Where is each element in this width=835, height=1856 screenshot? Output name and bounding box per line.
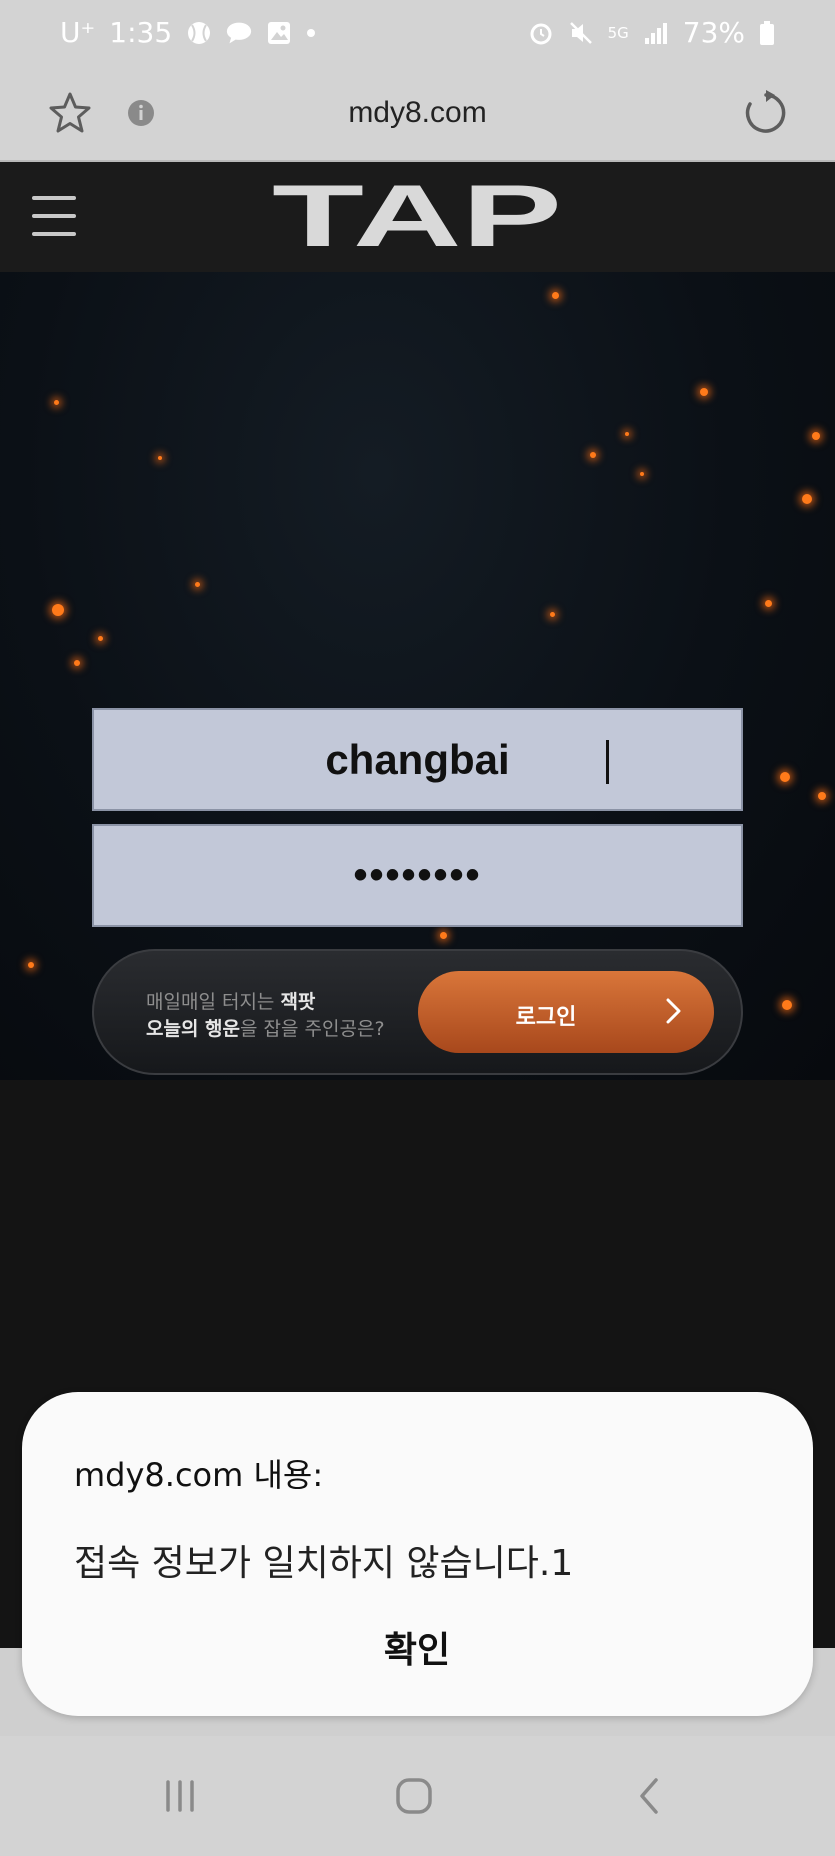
ember	[54, 400, 59, 405]
url-bar[interactable]: mdy8.com	[0, 96, 835, 130]
ember	[550, 612, 555, 617]
ember	[812, 432, 820, 440]
battery-icon	[760, 20, 774, 45]
login-button[interactable]: 로그인	[418, 971, 714, 1053]
mute-icon	[569, 21, 592, 44]
back-icon[interactable]	[620, 1766, 680, 1826]
ember	[52, 604, 64, 616]
reload-icon[interactable]	[739, 88, 789, 138]
password-field[interactable]	[92, 824, 743, 927]
text-caret	[606, 740, 609, 784]
ember	[700, 388, 708, 396]
ember	[780, 772, 790, 782]
svg-text:TAP: TAP	[272, 182, 562, 252]
ember	[765, 600, 772, 607]
username-input[interactable]	[94, 710, 741, 809]
login-panel: 매일매일 터지는 잭팟 오늘의 행운을 잡을 주인공은? 로그인	[92, 949, 743, 1075]
promo-line1-normal: 매일매일 터지는	[146, 991, 281, 1013]
tap-logo: TAP	[272, 182, 562, 252]
baseball-icon	[188, 21, 211, 44]
home-icon[interactable]	[384, 1766, 444, 1826]
browser-toolbar: mdy8.com	[0, 72, 835, 162]
site-header: TAP	[0, 162, 835, 272]
ember	[818, 792, 826, 800]
ember	[98, 636, 103, 641]
ember	[802, 494, 812, 504]
battery-percent: 73%	[682, 16, 745, 49]
alarm-icon	[530, 23, 552, 44]
promo-line2-normal: 을 잡을 주인공은?	[240, 1018, 385, 1040]
gallery-icon	[268, 21, 291, 44]
ok-button[interactable]: 확인	[312, 1612, 522, 1682]
ember	[782, 1000, 792, 1010]
alert-dialog: mdy8.com 내용: 접속 정보가 일치하지 않습니다.1 확인	[22, 1392, 813, 1716]
system-nav-bar	[0, 1736, 835, 1856]
username-field[interactable]	[92, 708, 743, 811]
notification-dot-icon	[307, 28, 316, 37]
ember	[158, 456, 162, 460]
ember	[590, 452, 596, 458]
hamburger-menu-icon[interactable]	[32, 196, 76, 236]
network-type: 5G	[607, 23, 629, 42]
promo-line1-bold: 잭팟	[280, 991, 316, 1013]
ember	[28, 962, 34, 968]
status-time: 1:35	[109, 16, 173, 49]
carrier-label: U⁺	[60, 16, 96, 49]
ember	[74, 660, 80, 666]
talk-icon	[227, 22, 252, 43]
login-button-label: 로그인	[515, 1005, 577, 1030]
status-bar: U⁺ 1:35 5G 73%	[0, 0, 835, 72]
ember	[640, 472, 644, 476]
ember	[195, 582, 200, 587]
signal-icon	[644, 22, 667, 44]
promo-text: 매일매일 터지는 잭팟 오늘의 행운을 잡을 주인공은?	[146, 989, 385, 1043]
dialog-message: 접속 정보가 일치하지 않습니다.1	[74, 1543, 574, 1584]
promo-line2-bold: 오늘의 행운	[146, 1018, 241, 1040]
recent-apps-icon[interactable]	[150, 1766, 210, 1826]
hero-section: 매일매일 터지는 잭팟 오늘의 행운을 잡을 주인공은? 로그인	[0, 272, 835, 1080]
dialog-title: mdy8.com 내용:	[74, 1456, 324, 1494]
ember	[440, 932, 447, 939]
password-input[interactable]	[94, 826, 741, 925]
ember	[552, 292, 559, 299]
ember	[625, 432, 629, 436]
chevron-right-icon	[666, 998, 681, 1024]
